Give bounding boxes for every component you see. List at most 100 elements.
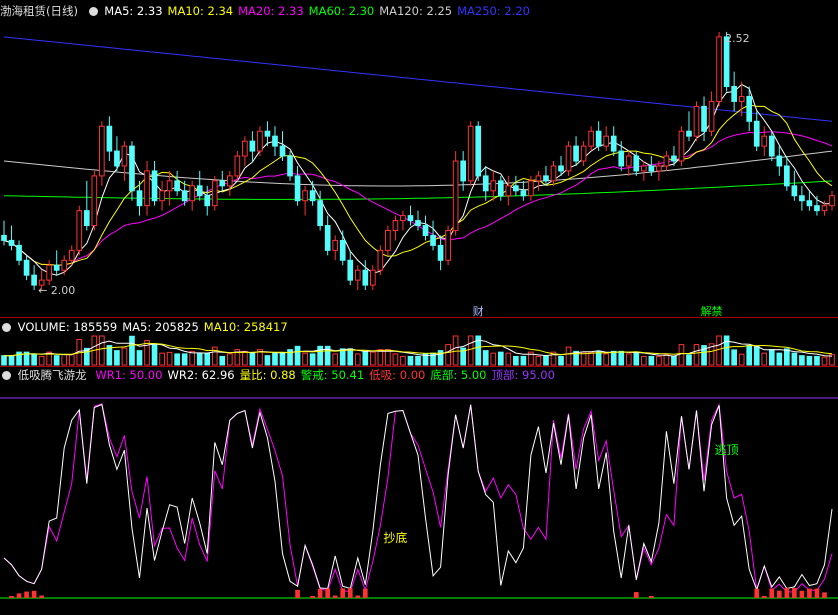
volume-bar bbox=[264, 355, 271, 366]
candle bbox=[309, 190, 316, 202]
candle bbox=[799, 195, 805, 202]
legend-低吸: 低吸: 0.00 bbox=[369, 368, 426, 382]
volume-bar bbox=[61, 354, 68, 366]
low-buy-bar bbox=[761, 596, 767, 598]
volume-bar bbox=[806, 355, 813, 366]
candle bbox=[347, 259, 354, 281]
candle bbox=[136, 190, 143, 207]
candle bbox=[663, 155, 670, 167]
candle bbox=[829, 195, 835, 207]
volume-bar bbox=[129, 335, 135, 366]
candle bbox=[294, 175, 301, 202]
candle bbox=[625, 155, 632, 167]
low-buy-bar bbox=[814, 588, 820, 598]
candle bbox=[159, 190, 165, 202]
candle bbox=[279, 145, 286, 157]
volume-bar bbox=[272, 352, 278, 366]
volume-bar bbox=[671, 355, 677, 366]
volume-bar bbox=[159, 352, 165, 366]
low-buy-bar bbox=[649, 596, 654, 598]
indicator-toggle-icon[interactable] bbox=[2, 323, 11, 332]
candle bbox=[686, 130, 692, 137]
candle bbox=[377, 249, 384, 271]
candle bbox=[610, 135, 617, 152]
legend-ma5: MA5: 205825 bbox=[122, 320, 199, 334]
volume-bar bbox=[114, 350, 120, 366]
indicator-toggle-icon[interactable] bbox=[88, 7, 98, 16]
candle bbox=[354, 269, 361, 281]
volume-bar bbox=[445, 344, 451, 366]
candle bbox=[603, 135, 610, 147]
low-buy-bar bbox=[799, 590, 805, 598]
volume-bar bbox=[558, 355, 564, 366]
low-buy-bar bbox=[310, 596, 315, 598]
volume-bar bbox=[174, 353, 180, 366]
volume-bar bbox=[625, 353, 632, 366]
volume-bar bbox=[302, 352, 308, 366]
candle bbox=[189, 185, 196, 202]
candle bbox=[249, 140, 256, 152]
volume-bar bbox=[513, 355, 519, 366]
low-buy-bar bbox=[9, 596, 14, 598]
volume-bar bbox=[204, 352, 211, 366]
indicator-toggle-icon[interactable] bbox=[2, 371, 11, 380]
volume-bar bbox=[776, 352, 783, 366]
volume-bar bbox=[814, 355, 820, 366]
low-buy-bar bbox=[332, 595, 338, 598]
price-panel: 2.52 ← 2.00 财 解禁 bbox=[1, 32, 835, 318]
volume-bar bbox=[136, 350, 143, 366]
low-buy-bar bbox=[295, 589, 300, 598]
volume-bar bbox=[656, 355, 662, 366]
volume-bar bbox=[53, 355, 60, 366]
low-buy-bar bbox=[24, 591, 29, 598]
volume-bar bbox=[505, 352, 512, 366]
candle bbox=[588, 130, 594, 147]
low-buy-bar bbox=[325, 588, 331, 598]
oscillator-legend: WR1: 50.00 WR2: 62.96 量比: 0.88 警戒: 50.41 低吸:… bbox=[95, 368, 560, 382]
stock-chart: 2.52 ← 2.00 财 解禁 抄底 逃顶 bbox=[0, 32, 838, 599]
candle bbox=[445, 230, 451, 261]
candle bbox=[490, 180, 497, 192]
volume-bar bbox=[799, 355, 805, 366]
volume-bar bbox=[543, 355, 549, 366]
volume-bar bbox=[633, 351, 640, 366]
volume-bar bbox=[452, 335, 459, 366]
volume-bar bbox=[768, 349, 775, 366]
volume-bar bbox=[640, 355, 647, 366]
candle bbox=[452, 160, 459, 231]
volume-bar bbox=[415, 355, 421, 366]
volume-bar bbox=[595, 350, 602, 366]
volume-bar bbox=[347, 348, 354, 366]
low-buy-bar bbox=[39, 595, 44, 598]
legend-ma60: MA60: 2.30 bbox=[308, 4, 375, 18]
legend-ma10: MA10: 258417 bbox=[203, 320, 288, 334]
volume-bar bbox=[68, 354, 75, 366]
legend-ma120: MA120: 2.25 bbox=[379, 4, 453, 18]
volume-bar bbox=[8, 355, 15, 366]
candle bbox=[422, 225, 429, 236]
volume-bar bbox=[196, 352, 203, 366]
candle bbox=[430, 234, 436, 246]
volume-bar bbox=[38, 355, 45, 366]
volume-bar bbox=[821, 356, 828, 366]
oscillator-title: 低吸腾飞游龙 bbox=[17, 368, 87, 382]
candle bbox=[497, 180, 504, 197]
volume-bar bbox=[370, 351, 376, 366]
stock-title: 渤海租赁(日线) bbox=[0, 4, 78, 18]
candle bbox=[513, 185, 519, 192]
candle bbox=[753, 120, 760, 147]
volume-bar bbox=[535, 355, 542, 366]
ma60-line bbox=[3, 180, 833, 200]
low-buy-bar bbox=[355, 595, 361, 598]
candle bbox=[543, 175, 549, 182]
candle bbox=[129, 145, 135, 192]
candle bbox=[467, 125, 474, 182]
candle bbox=[437, 244, 444, 261]
candle bbox=[339, 239, 346, 261]
legend-wr2: WR2: 62.96 bbox=[167, 368, 235, 382]
candle bbox=[400, 215, 406, 222]
candle bbox=[520, 190, 527, 197]
low-buy-bar bbox=[16, 593, 22, 598]
candle bbox=[460, 160, 466, 182]
low-buy-bar bbox=[776, 590, 782, 598]
